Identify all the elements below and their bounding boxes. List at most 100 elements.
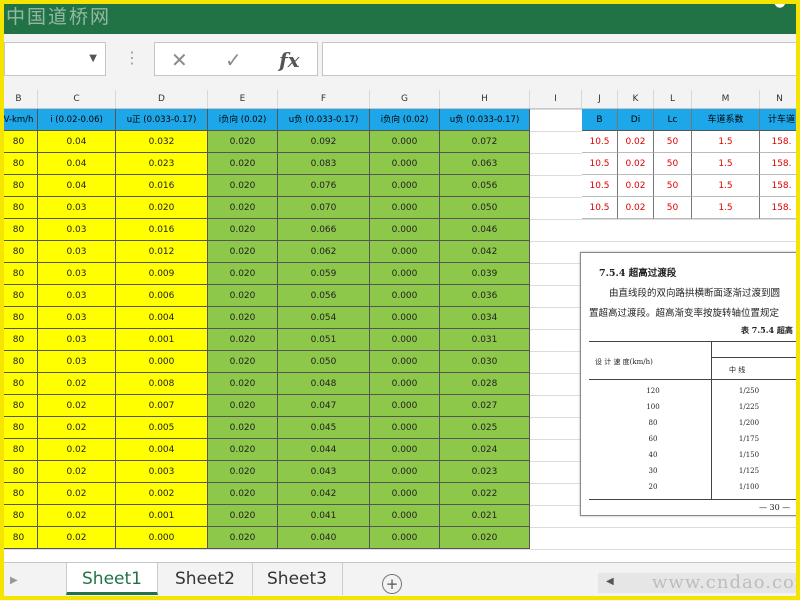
- table-cell[interactable]: 0.045: [278, 417, 370, 439]
- column-header-b[interactable]: B: [0, 90, 38, 108]
- table-cell[interactable]: 0.020: [208, 483, 278, 505]
- table-cell[interactable]: 80: [0, 197, 38, 219]
- table-cell[interactable]: 0.020: [208, 175, 278, 197]
- right-table-cell[interactable]: 10.5: [582, 175, 618, 197]
- embedded-document-image[interactable]: 7.5.4 超高过渡段 由直线段的双向路拱横断面逐渐过渡到圆 置超高过渡段。超高…: [580, 252, 800, 516]
- table-cell[interactable]: 0.036: [440, 285, 530, 307]
- table-cell[interactable]: 0.021: [440, 505, 530, 527]
- table-cell[interactable]: 0.006: [116, 285, 208, 307]
- table-cell[interactable]: 0.025: [440, 417, 530, 439]
- column-header-f[interactable]: F: [278, 90, 370, 108]
- table-cell[interactable]: 0.004: [116, 439, 208, 461]
- formula-input[interactable]: [322, 42, 798, 76]
- table-cell[interactable]: 0.048: [278, 373, 370, 395]
- table-cell[interactable]: 0.020: [208, 505, 278, 527]
- table-cell[interactable]: 80: [0, 417, 38, 439]
- table-cell[interactable]: 0.020: [208, 417, 278, 439]
- table-cell[interactable]: 0.001: [116, 505, 208, 527]
- sheet-grid[interactable]: BCDEFGHIJKLMN V-km/h i (0.02-0.06) u正 (0.0…: [0, 90, 800, 562]
- column-header-h[interactable]: H: [440, 90, 530, 108]
- table-cell[interactable]: 80: [0, 351, 38, 373]
- table-cell[interactable]: 0.000: [370, 285, 440, 307]
- column-header-i[interactable]: I: [530, 90, 582, 108]
- column-header-k[interactable]: K: [618, 90, 654, 108]
- table-cell[interactable]: 80: [0, 241, 38, 263]
- column-header-m[interactable]: M: [692, 90, 760, 108]
- table-cell[interactable]: 0.03: [38, 197, 116, 219]
- header-cell[interactable]: i (0.02-0.06): [38, 109, 116, 131]
- table-cell[interactable]: 0.009: [116, 263, 208, 285]
- right-table-cell[interactable]: 0.02: [618, 153, 654, 175]
- table-cell[interactable]: 0.004: [116, 307, 208, 329]
- table-cell[interactable]: 0.039: [440, 263, 530, 285]
- table-cell[interactable]: 0.063: [440, 153, 530, 175]
- table-cell[interactable]: 0.02: [38, 505, 116, 527]
- table-cell[interactable]: 0.03: [38, 285, 116, 307]
- table-cell[interactable]: 0.000: [370, 153, 440, 175]
- right-header-cell[interactable]: B: [582, 109, 618, 131]
- table-cell[interactable]: 0.020: [208, 219, 278, 241]
- table-cell[interactable]: 0.043: [278, 461, 370, 483]
- table-cell[interactable]: 0.022: [440, 483, 530, 505]
- scroll-left-icon[interactable]: ◀: [606, 576, 614, 587]
- table-cell[interactable]: 0.028: [440, 373, 530, 395]
- table-cell[interactable]: 0.04: [38, 153, 116, 175]
- table-cell[interactable]: 80: [0, 219, 38, 241]
- table-cell[interactable]: 0.008: [116, 373, 208, 395]
- right-table-cell[interactable]: 1.5: [692, 131, 760, 153]
- table-cell[interactable]: 80: [0, 439, 38, 461]
- right-table-cell[interactable]: 158.: [760, 153, 800, 175]
- table-cell[interactable]: 0.03: [38, 351, 116, 373]
- right-table-cell[interactable]: 10.5: [582, 197, 618, 219]
- table-cell[interactable]: 80: [0, 131, 38, 153]
- table-cell[interactable]: 0.02: [38, 395, 116, 417]
- table-cell[interactable]: 0.000: [370, 483, 440, 505]
- table-cell[interactable]: 0.04: [38, 131, 116, 153]
- table-cell[interactable]: 0.005: [116, 417, 208, 439]
- table-cell[interactable]: 0.03: [38, 307, 116, 329]
- header-cell[interactable]: i负向 (0.02): [370, 109, 440, 131]
- table-cell[interactable]: 0.023: [440, 461, 530, 483]
- table-cell[interactable]: 0.056: [440, 175, 530, 197]
- table-cell[interactable]: 0.070: [278, 197, 370, 219]
- table-cell[interactable]: 0.03: [38, 219, 116, 241]
- header-cell[interactable]: u负 (0.033-0.17): [440, 109, 530, 131]
- header-cell[interactable]: u正 (0.033-0.17): [116, 109, 208, 131]
- table-cell[interactable]: 0.050: [440, 197, 530, 219]
- table-cell[interactable]: 0.02: [38, 417, 116, 439]
- right-table-cell[interactable]: 50: [654, 197, 692, 219]
- right-table-cell[interactable]: 158.: [760, 175, 800, 197]
- chevron-down-icon[interactable]: ▼: [89, 53, 97, 64]
- table-cell[interactable]: 0.007: [116, 395, 208, 417]
- right-header-cell[interactable]: Di: [618, 109, 654, 131]
- add-sheet-button[interactable]: +: [382, 574, 402, 594]
- tab-sheet2[interactable]: Sheet2: [158, 563, 253, 595]
- table-cell[interactable]: 0.059: [278, 263, 370, 285]
- column-header-c[interactable]: C: [38, 90, 116, 108]
- right-table-cell[interactable]: 1.5: [692, 153, 760, 175]
- table-cell[interactable]: 0.042: [440, 241, 530, 263]
- table-cell[interactable]: 0.030: [440, 351, 530, 373]
- table-cell[interactable]: 0.020: [440, 527, 530, 549]
- tab-scroll-left-icon[interactable]: ▶: [10, 575, 18, 586]
- table-cell[interactable]: 0.016: [116, 175, 208, 197]
- header-cell[interactable]: i负向 (0.02): [208, 109, 278, 131]
- column-header-d[interactable]: D: [116, 90, 208, 108]
- table-cell[interactable]: 0.002: [116, 483, 208, 505]
- table-cell[interactable]: 0.000: [370, 219, 440, 241]
- table-cell[interactable]: 0.072: [440, 131, 530, 153]
- table-cell[interactable]: 0.000: [370, 175, 440, 197]
- table-cell[interactable]: 0.02: [38, 373, 116, 395]
- table-cell[interactable]: 0.020: [208, 329, 278, 351]
- right-table-cell[interactable]: 1.5: [692, 197, 760, 219]
- table-cell[interactable]: 0.092: [278, 131, 370, 153]
- column-header-n[interactable]: N: [760, 90, 800, 108]
- table-cell[interactable]: 0.020: [208, 197, 278, 219]
- table-cell[interactable]: 80: [0, 329, 38, 351]
- table-cell[interactable]: 0.000: [370, 395, 440, 417]
- table-cell[interactable]: 0.012: [116, 241, 208, 263]
- table-cell[interactable]: 0.02: [38, 461, 116, 483]
- table-cell[interactable]: 0.051: [278, 329, 370, 351]
- account-area[interactable]: ●: [774, 0, 786, 10]
- insert-function-icon[interactable]: fx: [279, 48, 300, 72]
